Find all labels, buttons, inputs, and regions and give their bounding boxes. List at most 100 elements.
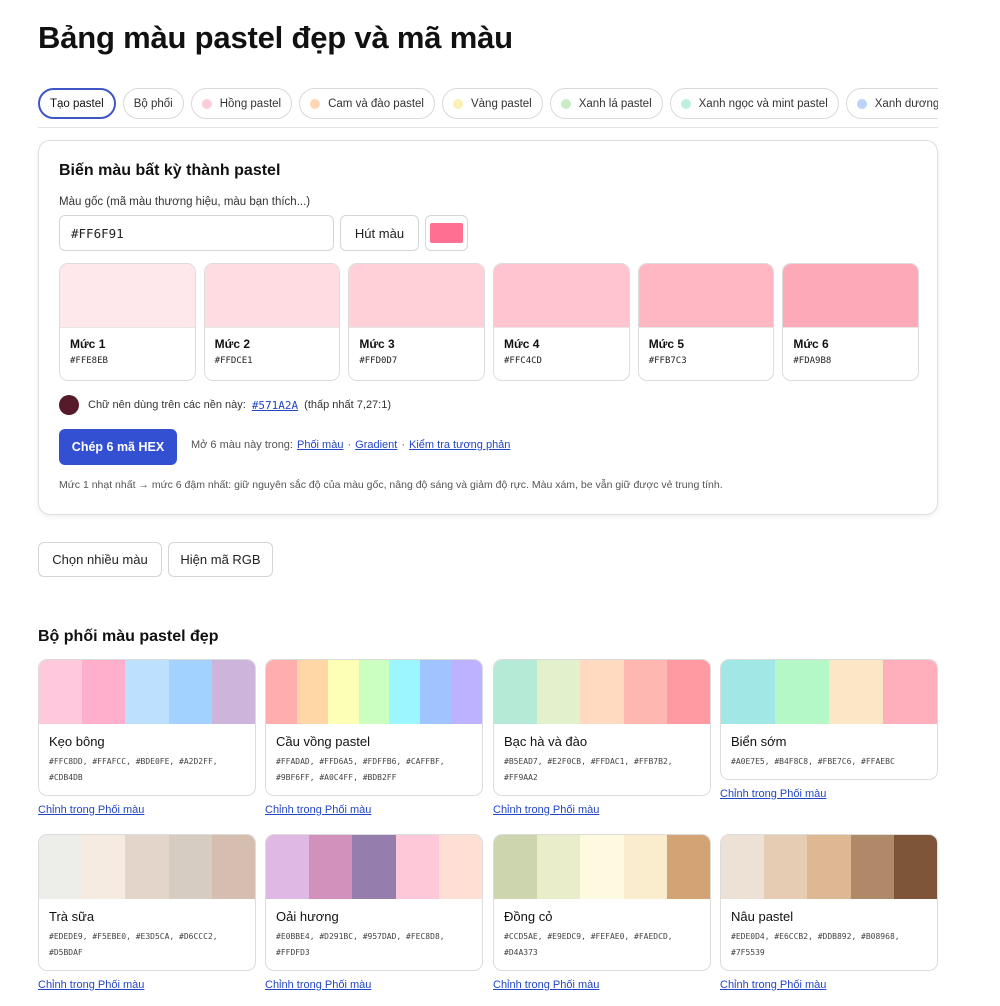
palette-card[interactable]: Kẹo bông #FFC8DD, #FFAFCC, #BDE0FE, #A2D2… (38, 659, 256, 796)
palette-swatch (580, 660, 624, 724)
palette-item: Đồng cỏ #CCD5AE, #E9EDC9, #FEFAE0, #FAEDC… (493, 834, 711, 991)
palette-name: Cầu vồng pastel (276, 734, 370, 749)
category-tabs: Tạo pastel Bộ phối Hồng pastel Cam và đào p… (38, 88, 938, 128)
base-color-chip (430, 223, 463, 243)
level-swatch (60, 264, 195, 328)
palette-swatch-strip (266, 835, 482, 899)
tab-3[interactable]: Cam và đào pastel (299, 88, 435, 119)
text-color-link[interactable]: #571A2A (252, 399, 298, 412)
palette-name: Bạc hà và đào (504, 734, 588, 749)
palette-swatch (352, 835, 396, 899)
palette-card[interactable]: Biển sớm #A0E7E5, #B4F8C8, #FBE7C6, #FFAE… (720, 659, 938, 780)
pastel-level-card[interactable]: Mức 3 #FFD0D7 (348, 263, 486, 381)
level-hex: #FFD0D7 (359, 356, 398, 366)
palette-swatch (537, 660, 581, 724)
tab-label: Xanh lá pastel (578, 97, 652, 110)
level-name: Mức 5 (648, 337, 685, 351)
palette-card[interactable]: Oải hương #E0BBE4, #D291BC, #957DAD, #FEC… (265, 834, 483, 971)
tab-label: Hồng pastel (219, 97, 282, 110)
link-separator: · (347, 439, 352, 451)
pastel-level-card[interactable]: Mức 5 #FFB7C3 (637, 263, 775, 381)
tab-color-dot-icon (201, 98, 212, 109)
palette-swatch (451, 660, 482, 724)
copy-hex-button[interactable]: Chép 6 mã HEX (59, 429, 177, 465)
tab-label: Xanh dương pastel (874, 97, 938, 110)
pastel-level-card[interactable]: Mức 6 #FDA9B8 (782, 263, 920, 381)
text-color-row: Chữ nên dùng trên các nền này: #571A2A (… (59, 395, 391, 415)
level-name: Mức 6 (793, 337, 829, 351)
palette-item: Oải hương #E0BBE4, #D291BC, #957DAD, #FEC… (265, 834, 483, 991)
palette-item: Bạc hà và đào #B5EAD7, #E2F0CB, #FFDAC1, … (493, 659, 711, 816)
eyedropper-button[interactable]: Hút màu (340, 215, 419, 251)
contrast-note: (thấp nhất 7,27:1) (304, 399, 392, 411)
palette-swatch (623, 835, 667, 899)
edit-in-palette-link[interactable]: Chỉnh trong Phối màu (38, 804, 256, 816)
open-gradient-link[interactable]: Gradient (355, 439, 397, 451)
pastel-level-card[interactable]: Mức 2 #FFDCE1 (203, 263, 341, 381)
palette-card[interactable]: Cầu vồng pastel #FFADAD, #FFD6A5, #FDFFB6… (265, 659, 483, 796)
palette-swatch (168, 660, 212, 724)
tab-label: Bộ phối (133, 97, 173, 110)
level-hex: #FDA9B8 (793, 356, 832, 366)
tab-color-dot-icon (680, 98, 691, 109)
open-in-prefix: Mở 6 màu này trong: (191, 439, 293, 451)
palette-swatch-strip (494, 660, 710, 724)
level-swatch (638, 264, 774, 328)
palette-swatch (211, 835, 255, 899)
pastel-level-card[interactable]: Mức 1 #FFE8EB (59, 263, 196, 381)
palette-swatch (168, 835, 212, 899)
palette-card[interactable]: Đồng cỏ #CCD5AE, #E9EDC9, #FEFAE0, #FAEDC… (493, 834, 711, 971)
level-hex: #FFB7C3 (648, 356, 687, 366)
palette-swatch (580, 835, 624, 899)
edit-in-palette-link[interactable]: Chỉnh trong Phối màu (265, 979, 483, 991)
color-picker-swatch[interactable] (425, 215, 468, 251)
palettes-section-title: Bộ phối màu pastel đẹp (38, 628, 219, 645)
palette-swatch (721, 835, 765, 899)
pastel-level-card[interactable]: Mức 4 #FFC4CD (493, 263, 630, 381)
tab-1[interactable]: Bộ phối (122, 88, 184, 119)
palette-swatch (211, 660, 255, 724)
palette-card[interactable]: Trà sữa #EDEDE9, #F5EBE0, #E3D5CA, #D6CCC… (38, 834, 256, 971)
palette-codes: #CCD5AE, #E9EDC9, #FEFAE0, #FAEDCD, #D4A… (504, 932, 673, 957)
palette-swatch (358, 660, 390, 724)
edit-in-palette-link[interactable]: Chỉnh trong Phối màu (265, 804, 483, 816)
tab-6[interactable]: Xanh ngọc và mint pastel (669, 88, 839, 119)
edit-in-palette-link[interactable]: Chỉnh trong Phối màu (493, 804, 711, 816)
palette-card[interactable]: Nâu pastel #EDE0D4, #E6CCB2, #DDB892, #B0… (720, 834, 938, 971)
tab-color-dot-icon (856, 98, 867, 109)
edit-in-palette-link[interactable]: Chỉnh trong Phối màu (493, 979, 711, 991)
palette-swatch (39, 660, 83, 724)
pastel-levels: Mức 1 #FFE8EB Mức 2 #FFDCE1 Mức 3 #FFD0D7 Mức … (59, 263, 920, 381)
edit-in-palette-link[interactable]: Chỉnh trong Phối màu (720, 788, 938, 800)
show-rgb-button[interactable]: Hiện mã RGB (168, 542, 273, 577)
palette-swatch (125, 660, 169, 724)
level-name: Mức 2 (214, 337, 251, 351)
level-name: Mức 4 (504, 337, 540, 351)
palette-swatch (389, 660, 421, 724)
palette-swatch (807, 835, 851, 899)
base-color-input[interactable] (59, 215, 334, 251)
tab-5[interactable]: Xanh lá pastel (549, 88, 663, 119)
tab-2[interactable]: Hồng pastel (190, 88, 293, 119)
palette-swatch (266, 835, 310, 899)
multi-color-button[interactable]: Chọn nhiều màu (38, 542, 162, 577)
edit-in-palette-link[interactable]: Chỉnh trong Phối màu (720, 979, 938, 991)
tab-4[interactable]: Vàng pastel (441, 88, 543, 119)
tab-color-dot-icon (452, 98, 463, 109)
palette-swatch (494, 835, 538, 899)
edit-in-palette-link[interactable]: Chỉnh trong Phối màu (38, 979, 256, 991)
tab-0[interactable]: Tạo pastel (38, 88, 116, 119)
open-palette-link[interactable]: Phối màu (297, 439, 343, 451)
palette-swatch (850, 835, 894, 899)
palette-swatch (893, 835, 937, 899)
tab-7[interactable]: Xanh dương pastel (845, 88, 938, 119)
palette-swatch-strip (721, 835, 937, 899)
palette-codes: #EDE0D4, #E6CCB2, #DDB892, #B08968, #7F5… (731, 932, 900, 957)
palette-card[interactable]: Bạc hà và đào #B5EAD7, #E2F0CB, #FFDAC1, … (493, 659, 711, 796)
palette-item: Nâu pastel #EDE0D4, #E6CCB2, #DDB892, #B0… (720, 834, 938, 991)
level-name: Mức 1 (70, 337, 106, 351)
open-contrast-link[interactable]: Kiểm tra tương phản (409, 439, 510, 451)
tab-label: Cam và đào pastel (328, 97, 424, 110)
link-separator: · (401, 439, 406, 451)
palette-swatch (537, 835, 581, 899)
